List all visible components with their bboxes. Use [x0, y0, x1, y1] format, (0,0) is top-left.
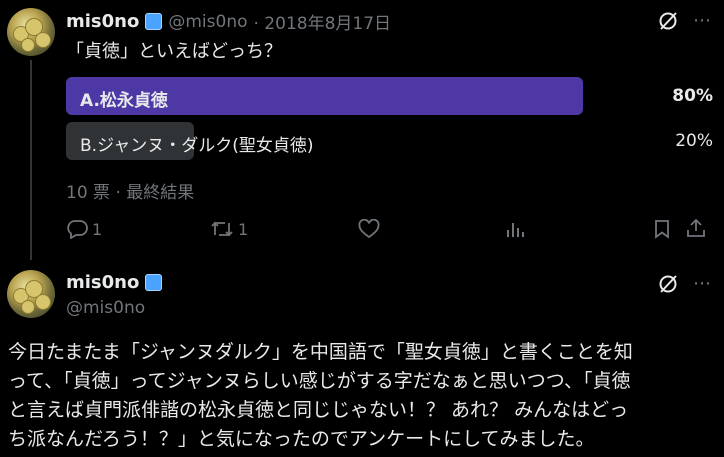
avatar[interactable] — [7, 270, 55, 318]
like-icon — [358, 219, 380, 239]
reply-button[interactable]: 1 — [66, 219, 102, 239]
more-options-icon[interactable]: ⋯ — [693, 10, 712, 31]
retweet-button[interactable]: 1 — [210, 219, 248, 239]
display-name[interactable]: mis0no — [66, 11, 139, 32]
user-handle[interactable]: @mis0no — [66, 298, 145, 318]
retweet-icon — [210, 219, 234, 239]
tweet-text-line: 今日たまたま「ジャンヌダルク」を中国語で「聖女貞徳」と書くことを知 — [8, 341, 633, 363]
grok-icon[interactable] — [657, 10, 679, 36]
poll-option-a-percent: 80% — [672, 86, 713, 106]
verified-badge-icon — [145, 274, 163, 291]
tweet-text-line: ち派なんだろう！？」と気になったのでアンケートにしてみました。 — [8, 428, 595, 450]
display-name[interactable]: mis0no — [66, 272, 139, 293]
avatar[interactable] — [7, 8, 55, 56]
reply-icon — [66, 219, 88, 239]
tweet-date[interactable]: · 2018年8月17日 — [254, 9, 392, 34]
more-options-icon[interactable]: ⋯ — [693, 273, 712, 294]
views-icon — [505, 219, 525, 239]
bookmark-button[interactable] — [653, 219, 671, 239]
views-button[interactable] — [505, 219, 525, 239]
reply-count: 1 — [92, 219, 103, 239]
poll-summary: 10 票 · 最終結果 — [66, 183, 195, 203]
verified-badge-icon — [145, 13, 163, 30]
tweet-header: mis0no @mis0no · 2018年8月17日 — [66, 9, 391, 34]
tweet-text-line: って、「貞徳」ってジャンヌらしい感じがする字だなぁと思いつつ、「貞徳 — [8, 370, 631, 392]
poll-question: 「貞徳」といえばどっち？ — [66, 41, 282, 62]
poll-option-b-percent: 20% — [675, 131, 713, 151]
retweet-count: 1 — [238, 219, 249, 239]
like-button[interactable] — [358, 219, 380, 239]
tweet-text: 今日たまたま「ジャンヌダルク」を中国語で「聖女貞徳」と書くことを知 って、「貞徳… — [8, 338, 716, 454]
thread-line — [30, 60, 32, 260]
share-icon — [686, 218, 706, 238]
tweet-header: mis0no — [66, 272, 163, 293]
user-handle[interactable]: @mis0no — [168, 12, 247, 32]
bookmark-icon — [653, 219, 671, 239]
share-button[interactable] — [686, 218, 706, 238]
poll-option-b-label: B.ジャンヌ・ダルク(聖女貞徳) — [80, 136, 314, 156]
grok-icon[interactable] — [657, 273, 679, 299]
tweet-text-line: と言えば貞門派俳諧の松永貞徳と同じじゃない！？ あれ？ みんなはどっ — [8, 399, 629, 421]
poll-option-a-label: A.松永貞徳 — [80, 91, 168, 111]
